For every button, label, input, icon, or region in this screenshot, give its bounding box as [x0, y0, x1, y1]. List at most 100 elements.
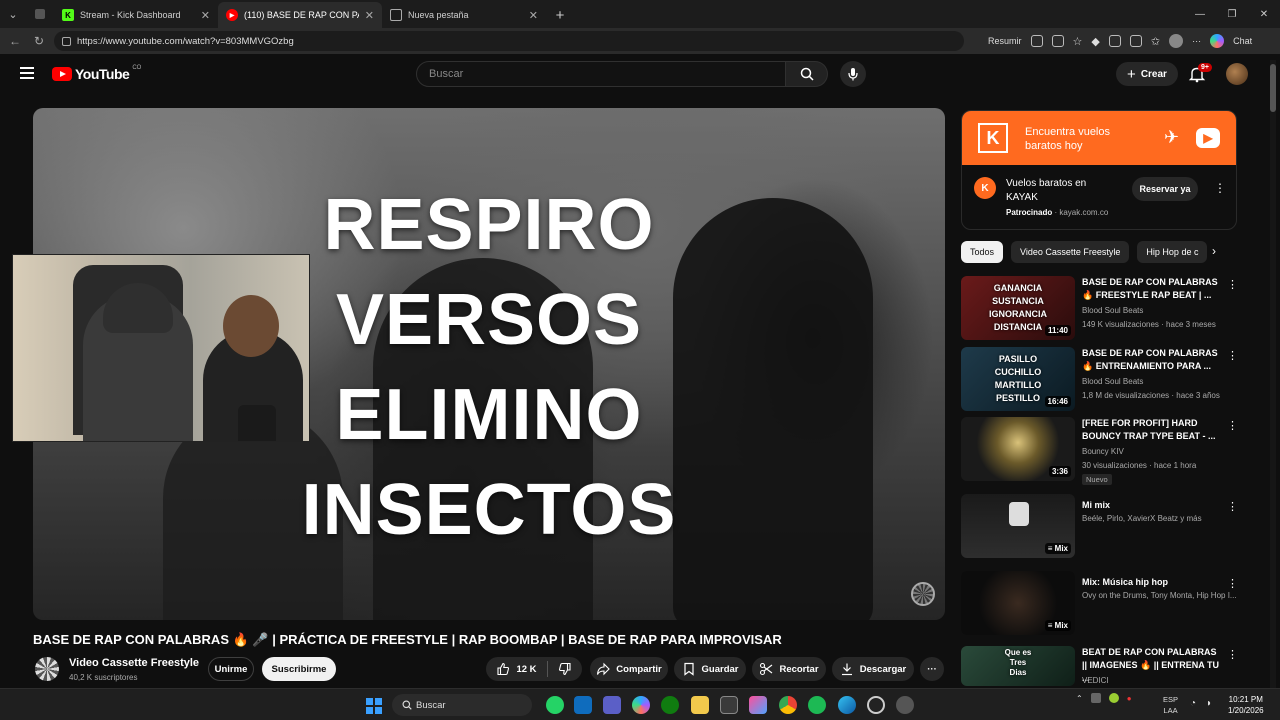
channel-watermark-icon[interactable]: [911, 582, 935, 606]
mix-thumbnail[interactable]: ≡ Mix: [961, 571, 1075, 635]
ad-cta-button[interactable]: Reservar ya: [1132, 177, 1198, 201]
url-field[interactable]: https://www.youtube.com/watch?v=803MMVGO…: [54, 31, 964, 51]
tray-app-icon[interactable]: [1090, 693, 1101, 703]
ad-menu-icon[interactable]: ⋮: [1214, 181, 1226, 195]
channel-name[interactable]: Blood Soul Beats: [1082, 306, 1143, 315]
tab-close-icon[interactable]: ✕: [365, 9, 374, 22]
join-button[interactable]: Unirme: [208, 657, 254, 681]
tab-youtube[interactable]: ▶ (110) BASE DE RAP CON PALABRAS ✕: [218, 2, 382, 28]
new-tab-button[interactable]: +: [546, 2, 574, 28]
video-title[interactable]: BASE DE RAP CON PALABRAS 🔥 FREESTYLE RAP…: [1082, 276, 1220, 302]
microphone-icon[interactable]: ●: [1127, 694, 1132, 703]
close-window-button[interactable]: ✕: [1248, 0, 1280, 28]
item-menu-icon[interactable]: ⋮: [1227, 278, 1238, 291]
more-icon[interactable]: ···: [1192, 36, 1201, 46]
search-button[interactable]: [786, 61, 828, 87]
teams-icon[interactable]: [603, 696, 621, 714]
item-menu-icon[interactable]: ⋮: [1227, 577, 1238, 590]
mail-icon[interactable]: [574, 696, 592, 714]
chip-hiphop[interactable]: Hip Hop de c: [1137, 241, 1208, 263]
channel-name[interactable]: Video Cassette Freestyle: [69, 657, 199, 669]
settings-icon[interactable]: [896, 696, 914, 714]
account-avatar[interactable]: [1226, 63, 1248, 85]
youtube-logo[interactable]: YouTube CO: [52, 65, 141, 82]
chrome-icon[interactable]: [779, 696, 797, 714]
file-explorer-icon[interactable]: [691, 696, 709, 714]
edge-icon[interactable]: [838, 696, 856, 714]
tab-close-icon[interactable]: ✕: [201, 9, 210, 22]
summarize-button[interactable]: Resumir: [988, 36, 1022, 46]
create-button[interactable]: + Crear: [1116, 62, 1178, 86]
ad-banner[interactable]: K Encuentra vuelos baratos hoy ✈ ▶: [962, 111, 1236, 165]
channel-avatar[interactable]: [35, 657, 59, 681]
tab-actions-menu[interactable]: ⌄: [0, 0, 26, 28]
copilot-icon[interactable]: [1210, 34, 1225, 48]
video-title[interactable]: Mix: Música hip hop: [1082, 576, 1220, 589]
reader-icon[interactable]: [1030, 35, 1043, 47]
ad-open-button[interactable]: ▶: [1196, 128, 1220, 148]
list-item[interactable]: GANANCIA SUSTANCIA IGNORANCIA DISTANCIA …: [961, 276, 1238, 342]
favorites-icon[interactable]: ✩: [1151, 35, 1160, 48]
ad-title[interactable]: Vuelos baratos en KAYAK: [1006, 177, 1116, 205]
reload-button[interactable]: ↻: [30, 32, 48, 50]
input-language[interactable]: ESP LAA: [1163, 694, 1178, 716]
sponsored-ad-card[interactable]: K Encuentra vuelos baratos hoy ✈ ▶ K Vue…: [961, 110, 1237, 230]
dislike-icon[interactable]: [558, 662, 572, 676]
item-menu-icon[interactable]: ⋮: [1227, 648, 1237, 661]
scrollbar-thumb[interactable]: [1270, 64, 1276, 112]
channel-name[interactable]: Bouncy KIV: [1082, 447, 1124, 456]
video-thumbnail[interactable]: GANANCIA SUSTANCIA IGNORANCIA DISTANCIA …: [961, 276, 1075, 340]
like-icon[interactable]: [496, 662, 510, 676]
chip-all[interactable]: Todos: [961, 241, 1004, 263]
video-thumbnail[interactable]: PASILLO CUCHILLO MARTILLO PESTILLO 16:46: [961, 347, 1075, 411]
voice-search-button[interactable]: [840, 61, 866, 87]
save-button[interactable]: Guardar: [674, 657, 746, 681]
photos-icon[interactable]: [749, 696, 767, 714]
system-clock[interactable]: 10:21 PM 1/20/2026: [1228, 694, 1264, 716]
more-actions-button[interactable]: ···: [920, 657, 944, 681]
chevron-up-icon[interactable]: ⌃: [1076, 694, 1083, 703]
profile-avatar[interactable]: [1169, 34, 1184, 48]
chat-button[interactable]: Chat: [1233, 36, 1252, 46]
taskbar-search[interactable]: Buscar: [392, 694, 532, 716]
wifi-icon[interactable]: ◔: [1190, 698, 1196, 709]
xbox-icon[interactable]: [661, 696, 679, 714]
tray-app-icon[interactable]: [1108, 693, 1119, 703]
page-scrollbar[interactable]: [1270, 60, 1276, 688]
spotify-icon[interactable]: [808, 696, 826, 714]
video-title[interactable]: [FREE FOR PROFIT] HARD BOUNCY TRAP TYPE …: [1082, 417, 1220, 443]
volume-icon[interactable]: ◗: [1206, 698, 1212, 709]
menu-icon[interactable]: [20, 67, 34, 79]
favorite-star-icon[interactable]: ☆: [1073, 35, 1083, 48]
mix-thumbnail[interactable]: ≡ Mix: [961, 494, 1075, 558]
pinned-tab[interactable]: [26, 0, 54, 28]
whatsapp-icon[interactable]: [546, 696, 564, 714]
site-info-icon[interactable]: [62, 36, 71, 46]
tab-new[interactable]: Nueva pestaña ✕: [382, 2, 546, 28]
video-thumbnail[interactable]: 3:36: [961, 417, 1075, 481]
list-item[interactable]: Que es Tres Dias BEAT DE RAP CON PALABRA…: [961, 646, 1237, 686]
channel-name[interactable]: VEDICI: [1082, 676, 1109, 685]
subscribe-button[interactable]: Suscribirme: [262, 657, 336, 681]
restore-button[interactable]: ❐: [1216, 0, 1248, 28]
item-menu-icon[interactable]: ⋮: [1227, 419, 1238, 432]
store-icon[interactable]: [720, 696, 738, 714]
item-menu-icon[interactable]: ⋮: [1227, 349, 1238, 362]
list-item[interactable]: 3:36 [FREE FOR PROFIT] HARD BOUNCY TRAP …: [961, 417, 1238, 485]
copilot-icon[interactable]: [632, 696, 650, 714]
minimize-button[interactable]: —: [1184, 0, 1216, 28]
apps-icon[interactable]: [1051, 35, 1064, 47]
extension-icon[interactable]: ◆: [1091, 35, 1099, 48]
extensions-icon[interactable]: [1108, 35, 1121, 47]
video-thumbnail[interactable]: Que es Tres Dias: [961, 646, 1075, 686]
item-menu-icon[interactable]: ⋮: [1227, 500, 1238, 513]
back-button[interactable]: ←: [6, 32, 24, 50]
list-item[interactable]: ≡ Mix Mi mix Beéle, Pirlo, XavierX Beatz…: [961, 494, 1238, 560]
windows-start-icon[interactable]: [366, 698, 382, 714]
like-count[interactable]: 12 K: [516, 664, 536, 675]
video-title[interactable]: Mi mix: [1082, 499, 1220, 512]
tab-close-icon[interactable]: ✕: [529, 9, 538, 22]
tab-kick[interactable]: K Stream - Kick Dashboard ✕: [54, 2, 218, 28]
chevron-right-icon[interactable]: ›: [1212, 244, 1216, 258]
share-button[interactable]: Compartir: [590, 657, 668, 681]
